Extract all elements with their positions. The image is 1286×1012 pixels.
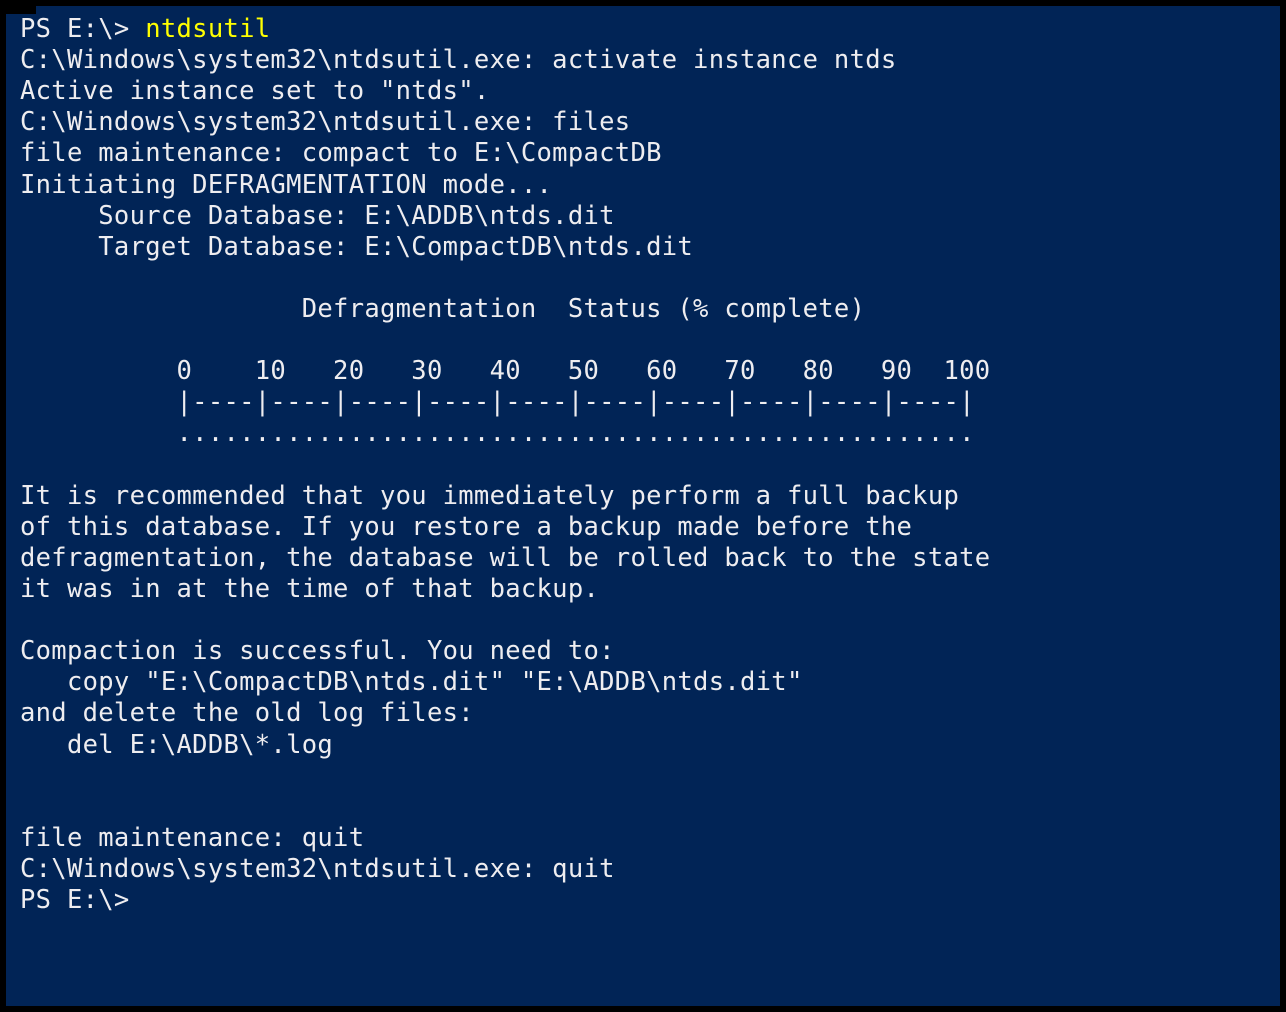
output-line: C:\Windows\system32\ntdsutil.exe: quit (20, 854, 615, 884)
output-line: copy "E:\CompactDB\ntds.dit" "E:\ADDB\nt… (20, 667, 803, 697)
window-title-fragment (6, 0, 36, 14)
output-line: del E:\ADDB\*.log (20, 730, 333, 760)
output-line: Compaction is successful. You need to: (20, 636, 615, 666)
output-line: file maintenance: quit (20, 823, 364, 853)
output-line: C:\Windows\system32\ntdsutil.exe: activa… (20, 45, 897, 75)
output-line: Active instance set to "ntds". (20, 76, 490, 106)
progress-scale: 0 10 20 30 40 50 60 70 80 90 100 (20, 356, 990, 386)
output-line: it was in at the time of that backup. (20, 574, 599, 604)
ps-prompt: PS E:\> (20, 885, 130, 915)
output-line: It is recommended that you immediately p… (20, 481, 959, 511)
output-line: of this database. If you restore a backu… (20, 512, 912, 542)
output-line: defragmentation, the database will be ro… (20, 543, 990, 573)
output-line: file maintenance: compact to E:\CompactD… (20, 138, 662, 168)
output-line: Initiating DEFRAGMENTATION mode... (20, 170, 552, 200)
progress-ruler: |----|----|----|----|----|----|----|----… (20, 387, 975, 417)
output-line: and delete the old log files: (20, 698, 474, 728)
output-line: C:\Windows\system32\ntdsutil.exe: files (20, 107, 630, 137)
ps-prompt: PS E:\> (20, 14, 145, 44)
output-line: Source Database: E:\ADDB\ntds.dit (20, 201, 615, 231)
progress-dots: ........................................… (20, 418, 975, 448)
command-input: ntdsutil (145, 14, 270, 44)
powershell-terminal[interactable]: PS E:\> ntdsutil C:\Windows\system32\ntd… (6, 6, 1280, 1006)
defrag-status-header: Defragmentation Status (% complete) (20, 294, 865, 324)
output-line: Target Database: E:\CompactDB\ntds.dit (20, 232, 693, 262)
